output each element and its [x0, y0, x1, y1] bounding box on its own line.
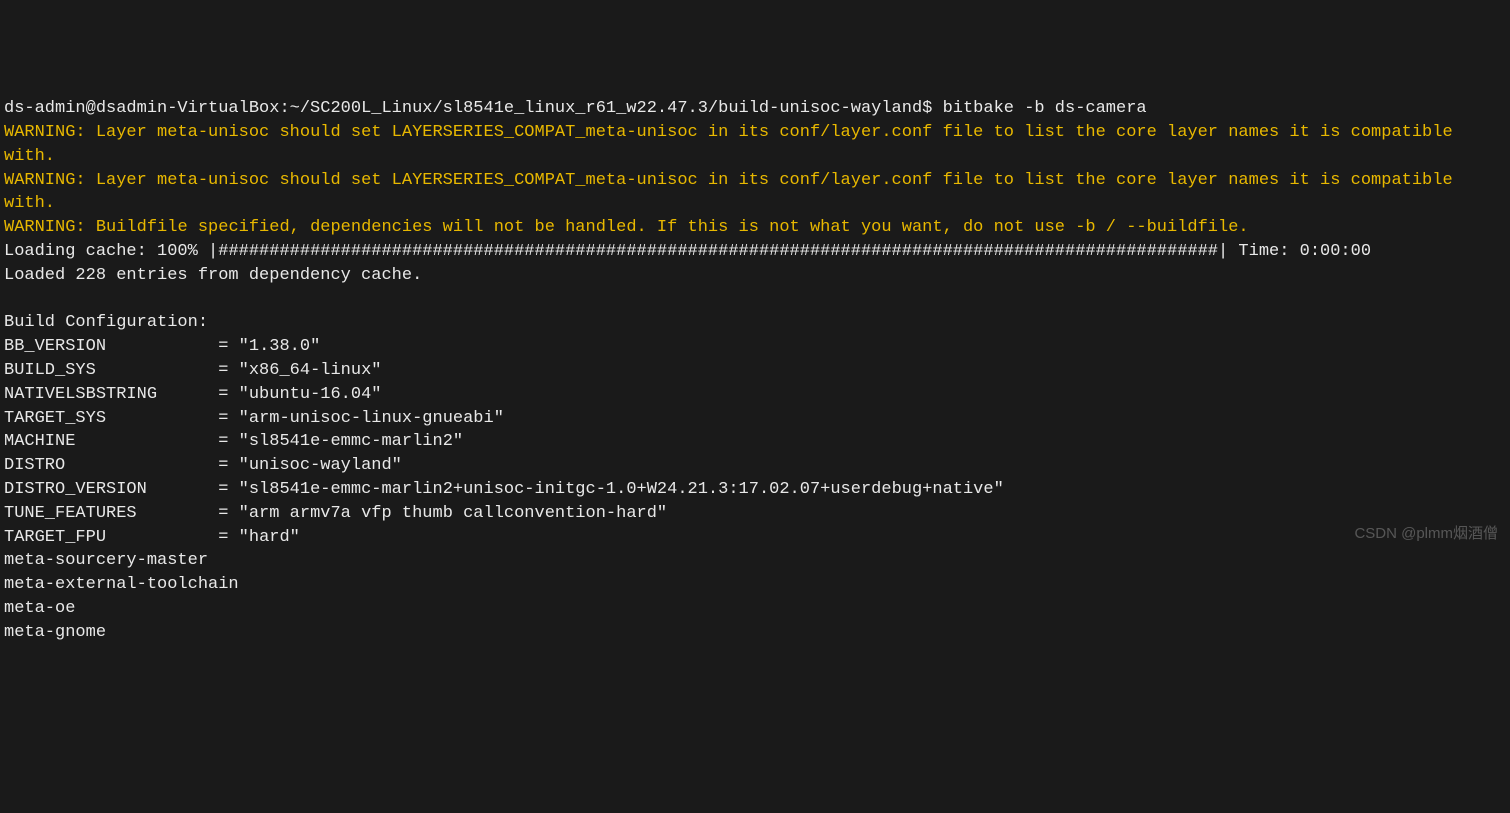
warning-line: WARNING: Buildfile specified, dependenci… — [4, 218, 1249, 237]
meta-layer: meta-gnome — [4, 623, 106, 642]
loaded-entries: Loaded 228 entries from dependency cache… — [4, 266, 422, 285]
config-row: TUNE_FEATURES = "arm armv7a vfp thumb ca… — [4, 504, 667, 523]
config-row: BB_VERSION = "1.38.0" — [4, 337, 320, 356]
meta-layer: meta-external-toolchain — [4, 575, 239, 594]
watermark: CSDN @plmm烟酒僧 — [1354, 523, 1498, 544]
shell-prompt: ds-admin@dsadmin-VirtualBox:~/SC200L_Lin… — [4, 99, 1147, 118]
warning-line: WARNING: Layer meta-unisoc should set LA… — [4, 123, 1463, 166]
meta-layer: meta-sourcery-master — [4, 551, 208, 570]
meta-layer: meta-oe — [4, 599, 75, 618]
config-row: TARGET_FPU = "hard" — [4, 528, 300, 547]
config-row: NATIVELSBSTRING = "ubuntu-16.04" — [4, 385, 381, 404]
build-config-header: Build Configuration: — [4, 313, 208, 332]
terminal-output[interactable]: ds-admin@dsadmin-VirtualBox:~/SC200L_Lin… — [0, 95, 1510, 646]
config-row: MACHINE = "sl8541e-emmc-marlin2" — [4, 432, 463, 451]
config-row: BUILD_SYS = "x86_64-linux" — [4, 361, 381, 380]
warning-line: WARNING: Layer meta-unisoc should set LA… — [4, 171, 1463, 214]
config-row: DISTRO = "unisoc-wayland" — [4, 456, 402, 475]
loading-progress: Loading cache: 100% |###################… — [4, 242, 1371, 261]
config-row: TARGET_SYS = "arm-unisoc-linux-gnueabi" — [4, 409, 504, 428]
config-row: DISTRO_VERSION = "sl8541e-emmc-marlin2+u… — [4, 480, 1004, 499]
